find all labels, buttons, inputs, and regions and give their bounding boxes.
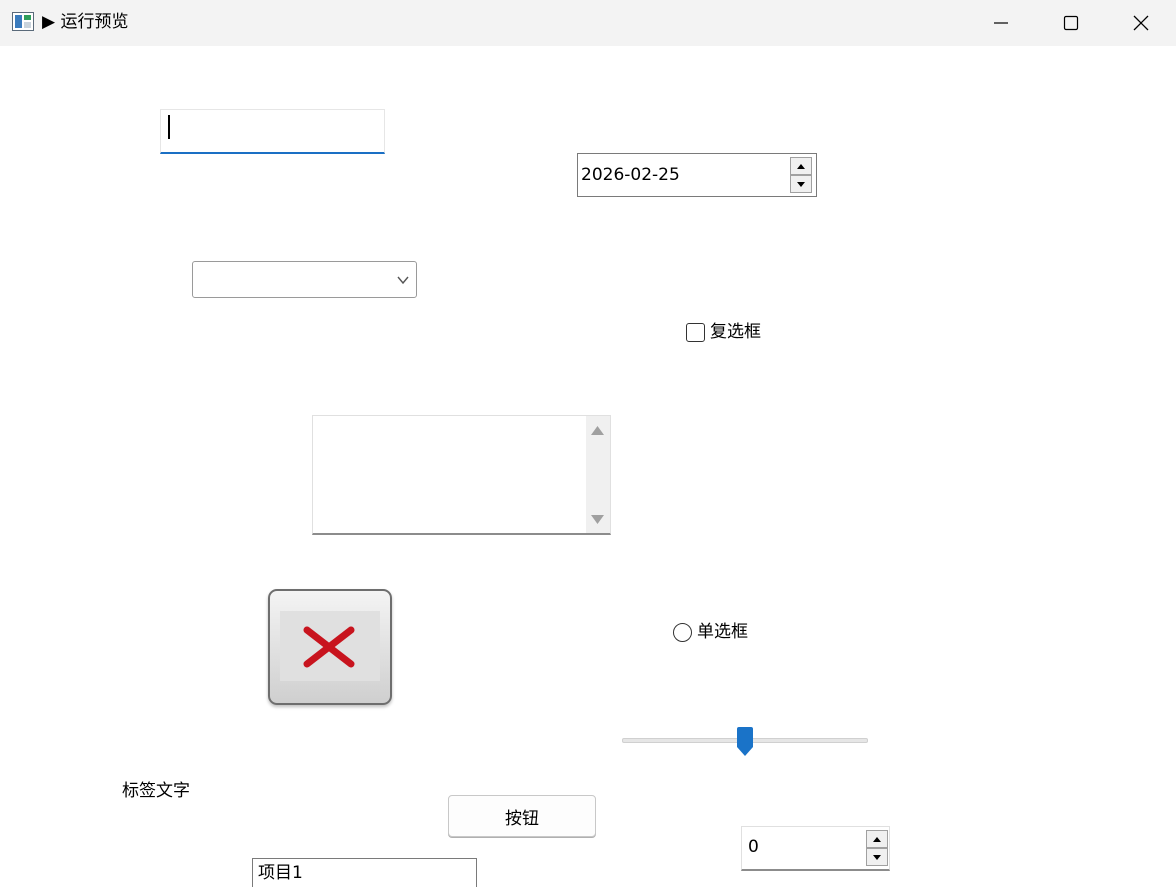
combo-box[interactable] <box>192 261 417 298</box>
list-box[interactable] <box>312 415 611 535</box>
numeric-spin-up-button[interactable] <box>866 830 888 848</box>
scroll-down-arrow-icon <box>591 515 604 524</box>
scroll-up-arrow-icon <box>591 426 604 435</box>
chevron-down-icon <box>397 276 409 285</box>
radio-control[interactable]: 单选框 <box>673 620 748 644</box>
picture-box <box>268 589 392 705</box>
push-button[interactable]: 按钮 <box>448 795 596 837</box>
numeric-spin-down-button[interactable] <box>866 848 888 866</box>
text-input-field[interactable] <box>161 110 384 152</box>
checkbox-control[interactable]: 复选框 <box>686 320 761 344</box>
text-input[interactable] <box>160 109 385 154</box>
slider-thumb[interactable] <box>736 727 754 757</box>
checkbox-box[interactable] <box>686 322 705 342</box>
triangle-down-icon <box>873 854 881 860</box>
triangle-up-icon <box>797 163 805 169</box>
maximize-icon <box>1063 15 1079 31</box>
minimize-button[interactable] <box>966 0 1036 46</box>
date-spin-up-button[interactable] <box>790 157 812 175</box>
date-spin-down-button[interactable] <box>790 175 812 193</box>
window-title: ▶ 运行预览 <box>42 12 129 32</box>
close-button[interactable] <box>1106 0 1176 46</box>
close-icon <box>1133 15 1149 31</box>
triangle-up-icon <box>873 836 881 842</box>
vertical-scrollbar[interactable] <box>586 416 610 533</box>
radio-circle[interactable] <box>673 622 692 642</box>
app-window-icon <box>12 12 34 31</box>
static-label: 标签文字 <box>122 781 190 801</box>
list-item[interactable]: 项目1 <box>258 862 303 884</box>
minimize-icon <box>994 22 1008 24</box>
radio-label: 单选框 <box>697 622 748 642</box>
numeric-value: 0 <box>748 837 759 857</box>
triangle-down-icon <box>797 181 805 187</box>
red-x-icon <box>303 626 355 668</box>
item-list[interactable]: 项目1 <box>252 858 477 887</box>
checkbox-label: 复选框 <box>710 322 761 342</box>
numeric-stepper[interactable]: 0 <box>741 826 890 871</box>
maximize-button[interactable] <box>1036 0 1106 46</box>
text-caret <box>168 115 170 139</box>
date-picker[interactable]: 2026-02-25 <box>577 153 817 197</box>
title-bar: ▶ 运行预览 <box>0 0 1176 46</box>
date-value: 2026-02-25 <box>581 165 680 185</box>
